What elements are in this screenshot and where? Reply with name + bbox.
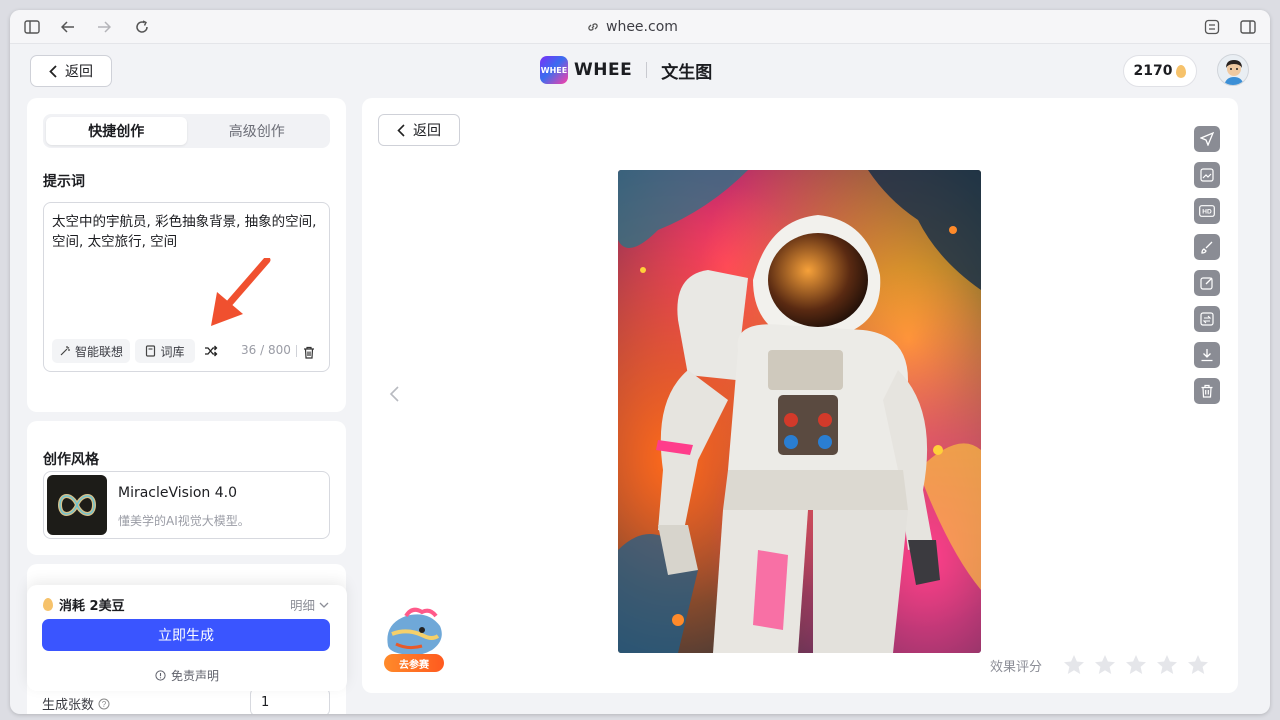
star-icon[interactable] (1063, 654, 1085, 676)
star-icon[interactable] (1125, 654, 1147, 676)
help-icon[interactable]: ? (98, 698, 110, 710)
tab-advanced-create[interactable]: 高级创作 (187, 117, 328, 145)
detail-dropdown[interactable]: 明细 (290, 595, 329, 614)
magic-wand-icon (60, 346, 70, 356)
credits-count: 2170 (1133, 63, 1173, 79)
quick-create-panel: 快捷创作 高级创作 提示词 太空中的宇航员, 彩色抽象背景, 抽象的空间, 空间… (27, 98, 346, 412)
svg-text:?: ? (102, 700, 107, 709)
contest-label: 去参赛 (384, 654, 444, 672)
prev-image-arrow-icon[interactable] (388, 384, 402, 404)
browser-window: whee.com 返回 WHEE WHEE 文生图 2170 快捷创作 高级创作… (10, 10, 1270, 714)
mode-tabs: 快捷创作 高级创作 (43, 114, 330, 148)
brand-name: WHEE (574, 60, 633, 80)
result-back-label: 返回 (413, 123, 441, 139)
rating-label: 效果评分 (990, 659, 1043, 675)
star-icon[interactable] (1094, 654, 1116, 676)
sidebar-toggle-icon[interactable] (22, 17, 42, 37)
send-icon[interactable] (1194, 126, 1220, 152)
address-bar[interactable]: whee.com (586, 18, 678, 36)
image-edit-icon[interactable] (1194, 162, 1220, 188)
reader-mode-icon[interactable] (1202, 17, 1222, 37)
brand: WHEE WHEE 文生图 (540, 55, 712, 85)
svg-text:HD: HD (1202, 209, 1212, 216)
lexicon-button[interactable]: 词库 (135, 339, 195, 363)
shuffle-icon (205, 345, 218, 357)
disclaimer-label: 免责声明 (170, 669, 219, 683)
hd-icon[interactable]: HD (1194, 198, 1220, 224)
cost-label: 消耗 2美豆 (59, 599, 125, 614)
info-icon (155, 670, 166, 681)
credits-badge[interactable]: 2170 (1123, 55, 1197, 87)
counter-divider (296, 345, 297, 357)
split-view-icon[interactable] (1238, 17, 1258, 37)
star-icon[interactable] (1187, 654, 1209, 676)
image-swap-icon[interactable] (1194, 306, 1220, 332)
image-count-label: 生成张数 ? (42, 694, 110, 713)
chevron-left-icon (49, 64, 57, 78)
style-name: MiracleVision 4.0 (118, 485, 237, 501)
whee-logo-icon: WHEE (540, 56, 568, 84)
style-panel: 创作风格 MiracleVision 4.0 懂美学的AI视觉大模型。 (27, 421, 346, 555)
style-description: 懂美学的AI视觉大模型。 (118, 514, 250, 528)
rating-bar: 效果评分 (990, 653, 1209, 677)
detail-label: 明细 (289, 598, 315, 613)
image-count-text: 生成张数 (42, 698, 95, 713)
smart-associate-button[interactable]: 智能联想 (52, 339, 130, 363)
download-icon[interactable] (1194, 342, 1220, 368)
bean-icon (43, 598, 53, 611)
back-arrow-icon[interactable] (58, 17, 78, 37)
back-button-label: 返回 (65, 64, 93, 80)
image-count-input[interactable]: 1 (250, 688, 330, 714)
bean-icon (1176, 64, 1187, 78)
cost-info: 消耗 2美豆 (43, 595, 125, 614)
brand-divider (646, 62, 648, 78)
trash-icon[interactable] (1194, 378, 1220, 404)
rating-stars (1063, 654, 1209, 676)
shuffle-button[interactable] (200, 339, 222, 363)
browser-toolbar: whee.com (10, 10, 1270, 44)
edit-box-icon[interactable] (1194, 270, 1220, 296)
url-text: whee.com (606, 19, 678, 35)
style-section-title: 创作风格 (43, 452, 99, 468)
annotation-arrow-icon (211, 258, 271, 326)
app-header: 返回 WHEE WHEE 文生图 2170 (10, 44, 1270, 98)
chevron-down-icon (319, 602, 329, 608)
miraclevision-logo-icon (47, 475, 107, 535)
prompt-section-title: 提示词 (43, 174, 85, 190)
tab-quick-create[interactable]: 快捷创作 (46, 117, 187, 145)
result-panel: 返回 HD 去参赛 效果评分 (362, 98, 1238, 693)
brush-icon[interactable] (1194, 234, 1220, 260)
contest-promo[interactable]: 去参赛 (378, 606, 450, 676)
result-back-button[interactable]: 返回 (378, 114, 460, 146)
page-title: 文生图 (661, 62, 713, 83)
forward-arrow-icon[interactable] (94, 17, 114, 37)
generate-card: 消耗 2美豆 明细 立即生成 免责声明 (27, 585, 347, 691)
chevron-left-icon (397, 123, 405, 137)
smart-associate-label: 智能联想 (74, 344, 123, 359)
star-icon[interactable] (1156, 654, 1178, 676)
reload-icon[interactable] (132, 17, 152, 37)
clear-prompt-icon[interactable] (303, 344, 315, 359)
back-button[interactable]: 返回 (30, 55, 112, 87)
style-card[interactable]: MiracleVision 4.0 懂美学的AI视觉大模型。 (43, 471, 330, 539)
avatar[interactable] (1217, 54, 1249, 86)
link-icon (588, 23, 598, 31)
generate-button[interactable]: 立即生成 (42, 619, 330, 651)
lexicon-label: 词库 (160, 344, 185, 359)
book-icon (146, 345, 156, 357)
char-counter: 36 / 800 (241, 343, 291, 357)
disclaimer-link[interactable]: 免责声明 (27, 667, 347, 684)
prompt-text[interactable]: 太空中的宇航员, 彩色抽象背景, 抽象的空间, 空间, 太空旅行, 空间 (52, 212, 322, 252)
generated-image[interactable] (618, 170, 981, 653)
